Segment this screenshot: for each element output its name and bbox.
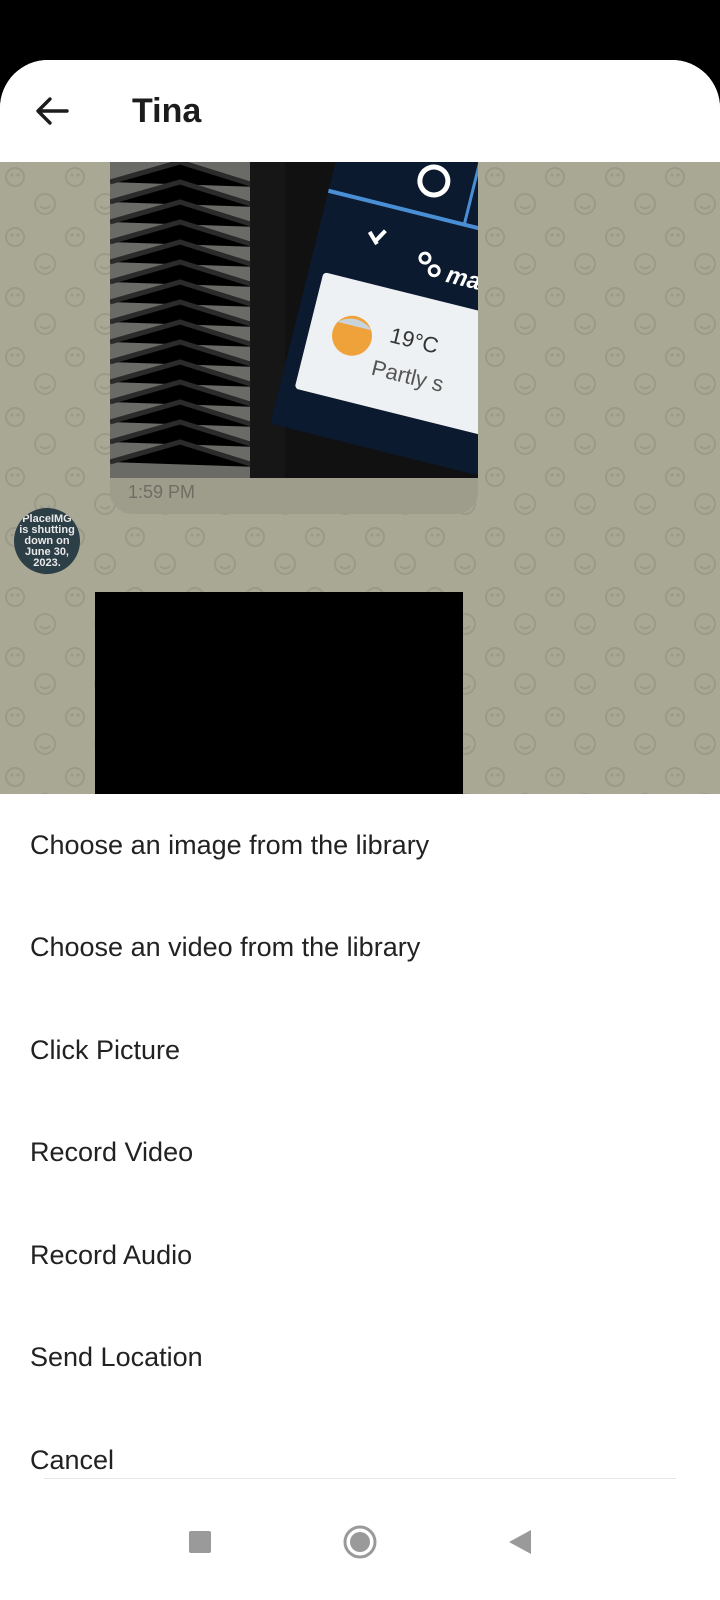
back-button[interactable] xyxy=(24,83,80,139)
recents-button[interactable] xyxy=(175,1517,225,1567)
chat-background: ma 19°C Partly s 1:59 PM PlaceIMG is shu… xyxy=(0,162,720,794)
system-nav-bar xyxy=(0,1484,720,1600)
square-icon xyxy=(189,1531,211,1553)
choose-video-option[interactable]: Choose an video from the library xyxy=(0,897,720,1000)
record-audio-option[interactable]: Record Audio xyxy=(0,1204,720,1307)
image-message-bubble[interactable]: ma 19°C Partly s 1:59 PM xyxy=(110,162,478,514)
choose-image-option[interactable]: Choose an image from the library xyxy=(0,794,720,897)
page-title: Tina xyxy=(132,91,202,130)
video-message[interactable] xyxy=(95,592,463,794)
triangle-back-icon xyxy=(509,1530,531,1554)
chat-screen: Tina ma 19°C Partly s 1:59 PM PlaceIMG i… xyxy=(0,60,720,1600)
status-bar xyxy=(0,0,720,62)
home-button[interactable] xyxy=(335,1517,385,1567)
avatar[interactable]: PlaceIMG is shutting down on June 30, 20… xyxy=(14,508,80,574)
nav-back-button[interactable] xyxy=(495,1517,545,1567)
attachment-options-sheet: Choose an image from the library Choose … xyxy=(0,794,720,1600)
fabric-texture xyxy=(110,162,285,478)
record-video-option[interactable]: Record Video xyxy=(0,1102,720,1205)
message-photo[interactable]: ma 19°C Partly s xyxy=(110,162,478,478)
circle-icon xyxy=(343,1525,377,1559)
click-picture-option[interactable]: Click Picture xyxy=(0,999,720,1102)
message-timestamp: 1:59 PM xyxy=(128,482,196,502)
send-location-option[interactable]: Send Location xyxy=(0,1307,720,1410)
app-header: Tina xyxy=(0,60,720,162)
arrow-left-icon xyxy=(36,97,69,125)
avatar-text: PlaceIMG is shutting down on June 30, 20… xyxy=(19,512,75,569)
nav-divider xyxy=(44,1478,676,1479)
